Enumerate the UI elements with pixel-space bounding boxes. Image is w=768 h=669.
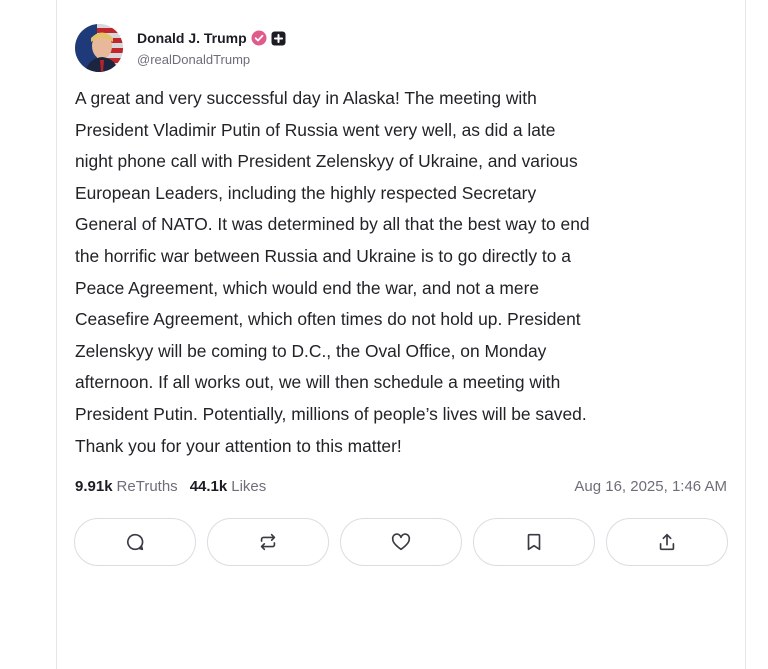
bookmark-button[interactable] [473, 518, 595, 566]
author-display-name[interactable]: Donald J. Trump [137, 30, 247, 46]
retruths-count[interactable]: 9.91k [75, 478, 113, 495]
likes-label[interactable]: Likes [231, 478, 266, 495]
like-button[interactable] [340, 518, 462, 566]
share-button[interactable] [606, 518, 728, 566]
share-icon [659, 533, 675, 551]
retruth-button[interactable] [207, 518, 329, 566]
avatar-image [75, 24, 123, 72]
heart-icon [391, 533, 411, 551]
retruths-label[interactable]: ReTruths [117, 478, 178, 495]
author-handle[interactable]: @realDonaldTrump [137, 52, 286, 67]
post-timestamp[interactable]: Aug 16, 2025, 1:46 AM [574, 478, 727, 495]
bookmark-icon [527, 533, 541, 551]
comment-icon [127, 533, 144, 551]
likes-count[interactable]: 44.1k [190, 478, 228, 495]
repost-icon [260, 533, 276, 551]
plus-square-icon [271, 31, 286, 46]
reply-button[interactable] [74, 518, 196, 566]
post-header: Donald J. Trump @realDonaldTrump [75, 24, 286, 72]
post-card: Donald J. Trump @realDonaldTrump A great… [56, 0, 746, 669]
verified-badge-icon [251, 30, 267, 46]
post-stats: 9.91k ReTruths 44.1k Likes Aug 16, 2025,… [75, 478, 727, 495]
post-actions [74, 518, 728, 566]
avatar[interactable] [75, 24, 123, 72]
post-body: A great and very successful day in Alask… [75, 88, 590, 456]
author-names: Donald J. Trump @realDonaldTrump [137, 29, 286, 67]
name-row: Donald J. Trump [137, 29, 286, 47]
